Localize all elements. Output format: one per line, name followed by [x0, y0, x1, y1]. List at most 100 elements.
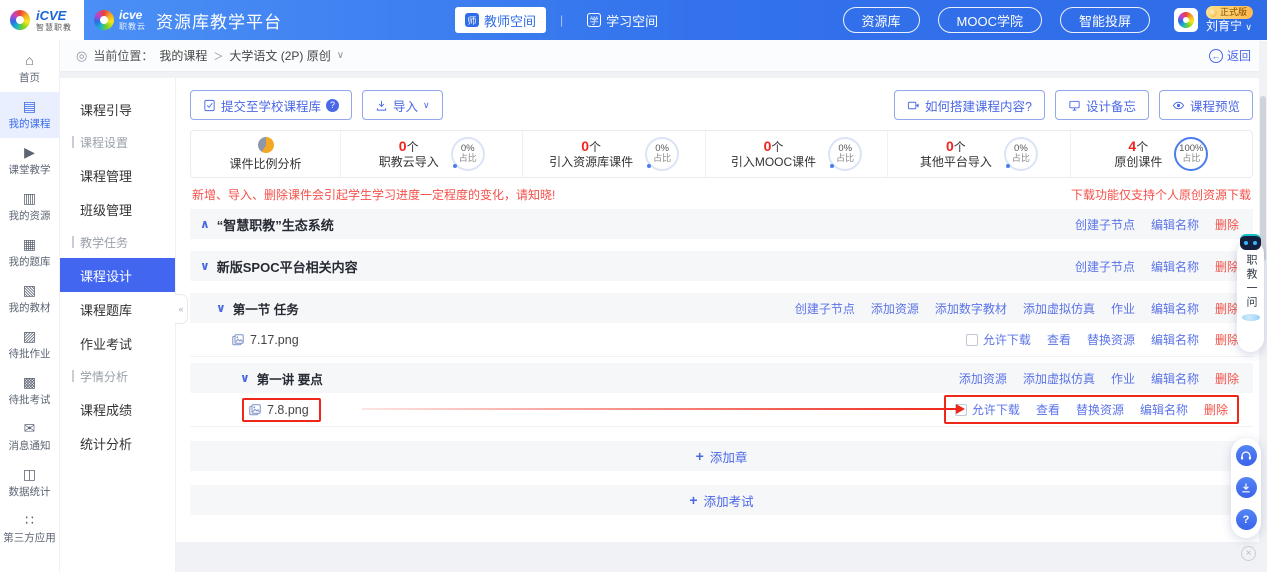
user-menu[interactable]: 正式版 刘育宁 ∨: [1174, 6, 1253, 34]
section-row-lecture: ∨ 第一讲 要点 添加资源 添加虚拟仿真 作业 编辑名称 删除: [190, 363, 1253, 393]
chevron-down-icon[interactable]: ∨: [337, 50, 344, 61]
version-badge: 正式版: [1206, 6, 1253, 19]
nav-teacher-space[interactable]: 师 教师空间: [455, 7, 546, 33]
sidebar-item-my-resources[interactable]: ▥我的资源: [0, 184, 59, 230]
icve-cloud-logo: [94, 10, 114, 30]
submit-to-school-library-button[interactable]: 提交至学校课程库 ?: [190, 90, 352, 120]
file-row-717: 7.17.png 允许下载 查看 替换资源 编辑名称 删除: [190, 323, 1253, 357]
homework-link[interactable]: 作业: [1111, 300, 1135, 317]
download-icon[interactable]: [1236, 477, 1257, 498]
help-icon[interactable]: ?: [1236, 509, 1257, 530]
statistics-icon: ◫: [23, 467, 36, 481]
sidebar-item-third-party[interactable]: ∷第三方应用: [0, 506, 59, 552]
file-name[interactable]: 7.8.png: [267, 403, 309, 417]
section-row-task: ∨ 第一节 任务 创建子节点 添加资源 添加数字教材 添加虚拟仿真 作业 编辑名…: [190, 293, 1253, 323]
course-preview-button[interactable]: 课程预览: [1159, 90, 1253, 120]
add-resource-link[interactable]: 添加资源: [959, 370, 1007, 387]
menu-course-guide[interactable]: 课程引导: [60, 92, 175, 126]
chapter-title: 新版SPOC平台相关内容: [217, 257, 358, 276]
stat-original-courseware: 4个原创课件 100%占比: [1071, 131, 1252, 177]
scrollbar-thumb[interactable]: [1260, 96, 1266, 261]
add-resource-link[interactable]: 添加资源: [871, 300, 919, 317]
edit-name-link[interactable]: 编辑名称: [1140, 401, 1188, 418]
menu-statistical-analysis[interactable]: 统计分析: [60, 426, 175, 460]
smart-casting-button[interactable]: 智能投屏: [1060, 7, 1150, 33]
close-floating-toolbar-icon[interactable]: ×: [1241, 546, 1256, 561]
assistant-widget[interactable]: 职教一问: [1237, 240, 1264, 352]
menu-section-course-settings: 课程设置: [60, 126, 175, 158]
delete-link[interactable]: 删除: [1204, 401, 1228, 418]
avatar[interactable]: [1174, 8, 1198, 32]
highlight-box-file: 7.8.png: [242, 398, 321, 422]
import-dropdown-button[interactable]: 导入 ∨: [362, 90, 443, 120]
breadcrumb-current-course[interactable]: 大学语文 (2P) 原创: [229, 47, 330, 64]
create-child-node-link[interactable]: 创建子节点: [1075, 258, 1135, 275]
edit-name-link[interactable]: 编辑名称: [1151, 370, 1199, 387]
replace-resource-link[interactable]: 替换资源: [1076, 401, 1124, 418]
allow-download-label[interactable]: 允许下载: [983, 331, 1031, 348]
allow-download-checkbox[interactable]: [966, 334, 978, 346]
allow-download-label[interactable]: 允许下载: [972, 401, 1020, 418]
support-icon[interactable]: [1236, 445, 1257, 466]
menu-homework-exam[interactable]: 作业考试: [60, 326, 175, 360]
edit-name-link[interactable]: 编辑名称: [1151, 331, 1199, 348]
add-chapter-button[interactable]: + 添加章: [190, 441, 1253, 471]
delete-link[interactable]: 删除: [1215, 216, 1239, 233]
delete-link[interactable]: 删除: [1215, 370, 1239, 387]
sidebar-item-messages[interactable]: ✉消息通知: [0, 414, 59, 460]
chevron-up-icon[interactable]: ∧: [200, 217, 210, 231]
menu-class-management[interactable]: 班级管理: [60, 192, 175, 226]
sidebar-item-pending-homework[interactable]: ▨待批作业: [0, 322, 59, 368]
mooc-academy-button[interactable]: MOOC学院: [938, 7, 1042, 33]
sidebar-item-question-bank[interactable]: ▦我的题库: [0, 230, 59, 276]
edit-name-link[interactable]: 编辑名称: [1151, 216, 1199, 233]
add-digital-textbook-link[interactable]: 添加数字教材: [935, 300, 1007, 317]
homework-link[interactable]: 作业: [1111, 370, 1135, 387]
edit-name-link[interactable]: 编辑名称: [1151, 300, 1199, 317]
view-link[interactable]: 查看: [1047, 331, 1071, 348]
edit-name-link[interactable]: 编辑名称: [1151, 258, 1199, 275]
how-to-build-content-button[interactable]: 如何搭建课程内容?: [894, 90, 1045, 120]
delete-link[interactable]: 删除: [1215, 258, 1239, 275]
menu-course-design[interactable]: 课程设计: [60, 258, 175, 292]
home-icon: ⌂: [25, 53, 33, 67]
percent-ring: 0%占比: [1004, 137, 1038, 171]
stat-other-platform-import: 0个其他平台导入 0%占比: [888, 131, 1070, 177]
nav-learning-space[interactable]: 学 学习空间: [577, 7, 668, 33]
chevron-down-icon[interactable]: ∨: [200, 259, 210, 273]
delete-link[interactable]: 删除: [1215, 331, 1239, 348]
sidebar-item-home[interactable]: ⌂首页: [0, 46, 59, 92]
username[interactable]: 刘育宁 ∨: [1206, 19, 1252, 34]
replace-resource-link[interactable]: 替换资源: [1087, 331, 1135, 348]
chevron-down-icon[interactable]: ∨: [216, 301, 226, 315]
chevron-down-icon[interactable]: ∨: [240, 371, 250, 385]
design-memo-button[interactable]: 设计备忘: [1055, 90, 1149, 120]
location-icon: ◎: [76, 48, 87, 64]
create-child-node-link[interactable]: 创建子节点: [1075, 216, 1135, 233]
file-name[interactable]: 7.17.png: [250, 333, 299, 347]
resource-library-button[interactable]: 资源库: [843, 7, 920, 33]
view-link[interactable]: 查看: [1036, 401, 1060, 418]
question-bank-icon: ▦: [23, 237, 36, 251]
breadcrumb-my-courses[interactable]: 我的课程: [159, 47, 207, 64]
add-virtual-simulation-link[interactable]: 添加虚拟仿真: [1023, 300, 1095, 317]
add-exam-button[interactable]: + 添加考试: [190, 485, 1253, 515]
sidebar-collapse-handle[interactable]: «: [175, 294, 188, 324]
delete-link[interactable]: 删除: [1215, 300, 1239, 317]
menu-course-management[interactable]: 课程管理: [60, 158, 175, 192]
create-child-node-link[interactable]: 创建子节点: [795, 300, 855, 317]
sidebar-item-textbook[interactable]: ▧我的教材: [0, 276, 59, 322]
pending-homework-icon: ▨: [23, 329, 36, 343]
menu-course-question-bank[interactable]: 课程题库: [60, 292, 175, 326]
sidebar-item-classroom-teaching[interactable]: ▶课堂教学: [0, 138, 59, 184]
help-circle-icon[interactable]: ?: [326, 99, 339, 112]
add-virtual-simulation-link[interactable]: 添加虚拟仿真: [1023, 370, 1095, 387]
logo1-brand: iCVE: [36, 9, 72, 22]
sidebar-item-my-courses[interactable]: ▤我的课程: [0, 92, 59, 138]
sidebar-item-statistics[interactable]: ◫数据统计: [0, 460, 59, 506]
sidebar-item-pending-exam[interactable]: ▩待批考试: [0, 368, 59, 414]
assistant-label: 职教一问: [1245, 254, 1256, 310]
back-button[interactable]: ← 返回: [1209, 47, 1251, 64]
logo1-sub: 智慧职教: [36, 24, 72, 32]
menu-course-grades[interactable]: 课程成绩: [60, 392, 175, 426]
